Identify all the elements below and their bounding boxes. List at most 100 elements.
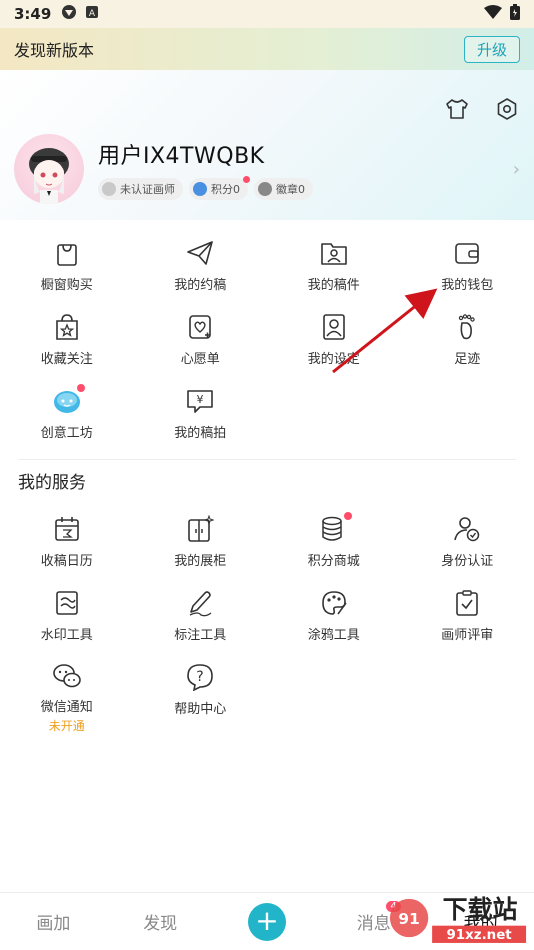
wallet-icon	[452, 238, 482, 268]
tshirt-icon[interactable]	[444, 96, 470, 122]
service-doodle[interactable]: 涂鸦工具	[267, 582, 401, 656]
service-artist-review[interactable]: 画师评审	[401, 582, 534, 656]
grid-item-manuscripts[interactable]: 我的稿件	[267, 232, 401, 306]
service-showcase[interactable]: 我的展柜	[134, 508, 268, 582]
grid-label: 收藏关注	[40, 352, 93, 367]
chevron-right-icon: ›	[512, 158, 520, 180]
wechat-icon	[52, 662, 82, 690]
avatar[interactable]	[14, 134, 84, 204]
service-identity-verify[interactable]: 身份认证	[401, 508, 534, 582]
artist-verify-badge[interactable]: 未认证画师	[98, 178, 183, 200]
svg-text:?: ?	[197, 669, 204, 685]
svg-text:A: A	[89, 9, 96, 19]
notification-dot	[243, 176, 250, 183]
service-label: 积分商城	[307, 554, 360, 569]
status-bar: 3:49 A	[0, 0, 534, 28]
points-badge[interactable]: 积分0	[189, 176, 250, 200]
shopping-bag-icon	[52, 238, 82, 268]
upgrade-button[interactable]: 升级	[463, 35, 520, 63]
grid-label: 我的设定	[307, 352, 360, 367]
services-title: 我的服务	[18, 473, 86, 493]
star-bag-icon	[52, 312, 82, 342]
grid-label: 足迹	[454, 352, 481, 367]
grid-label: 心愿单	[180, 352, 220, 367]
section-divider	[18, 459, 516, 460]
footprint-icon	[452, 312, 482, 342]
nav-label: 发现	[143, 914, 178, 934]
watermark-logo: 91 下载站 91xz.net	[389, 895, 527, 943]
settings-icon[interactable]	[494, 96, 520, 122]
grid-label: 我的稿拍	[174, 426, 227, 441]
update-banner: 发现新版本 升级	[0, 28, 534, 70]
pen-icon	[185, 588, 215, 618]
grid-item-wishlist[interactable]: 心愿单	[134, 306, 268, 380]
service-annotate[interactable]: 标注工具	[134, 582, 268, 656]
help-icon: ?	[185, 662, 215, 692]
grid-item-settings-profile[interactable]: 我的设定	[267, 306, 401, 380]
service-wechat-notify[interactable]: 微信通知 未开通	[0, 656, 134, 733]
service-label: 标注工具	[174, 628, 227, 643]
grid-label: 橱窗购买	[40, 278, 93, 293]
palette-icon	[319, 588, 349, 618]
nav-home[interactable]: 画加	[0, 909, 107, 934]
service-label: 收稿日历	[40, 554, 93, 569]
svg-text:91: 91	[398, 910, 419, 928]
grid-item-commissions[interactable]: 我的约稿	[134, 232, 268, 306]
clipboard-check-icon	[452, 588, 482, 618]
service-points-mall[interactable]: 积分商城	[267, 508, 401, 582]
service-label: 微信通知	[40, 700, 93, 715]
yen-chat-icon: ¥	[185, 386, 215, 416]
svg-text:下载站: 下载站	[443, 895, 518, 924]
notification-dot	[343, 512, 352, 520]
grid-item-auctions[interactable]: ¥ 我的稿拍	[134, 380, 268, 454]
shield-icon	[102, 182, 116, 196]
app-icon-1	[61, 4, 77, 24]
badge-label: 未认证画师	[120, 183, 175, 196]
wifi-icon	[484, 5, 502, 23]
service-label: 帮助中心	[174, 702, 227, 717]
service-help-center[interactable]: ? 帮助中心	[134, 656, 268, 730]
service-calendar[interactable]: 收稿日历	[0, 508, 134, 582]
medal-icon	[258, 182, 272, 196]
svg-text:¥: ¥	[197, 393, 204, 406]
medal-badge[interactable]: 徽章0	[254, 178, 313, 200]
grid-label: 我的钱包	[441, 278, 494, 293]
profile-card[interactable]: 用户IX4TWQBK 未认证画师 积分0 徽章0 ›	[14, 132, 520, 206]
service-label: 我的展柜	[174, 554, 227, 569]
quick-grid: 橱窗购买 我的约稿 我的稿件 我的钱包 收藏关注 心愿单 我的设定 足迹 创意工…	[0, 232, 534, 454]
showcase-icon	[185, 514, 215, 544]
coins-icon	[193, 182, 207, 196]
service-label: 水印工具	[40, 628, 93, 643]
update-banner-text: 发现新版本	[14, 41, 95, 60]
grid-item-wallet[interactable]: 我的钱包	[401, 232, 534, 306]
status-time: 3:49	[14, 5, 52, 23]
coin-stack-icon	[319, 512, 352, 544]
service-label: 画师评审	[441, 628, 494, 643]
grid-label: 我的约稿	[174, 278, 227, 293]
plus-icon[interactable]: +	[247, 902, 286, 941]
nav-label: 画加	[36, 914, 71, 934]
grid-item-shop[interactable]: 橱窗购买	[0, 232, 134, 306]
service-label: 身份认证	[441, 554, 494, 569]
grid-item-creative-workshop[interactable]: 创意工坊	[0, 380, 134, 454]
grid-item-footprint[interactable]: 足迹	[401, 306, 534, 380]
profile-card-icon	[319, 312, 349, 342]
verified-user-icon	[452, 514, 482, 544]
wechat-status: 未开通	[48, 719, 85, 733]
service-watermark[interactable]: 水印工具	[0, 582, 134, 656]
svg-text:91xz.net: 91xz.net	[446, 928, 512, 943]
folder-user-icon	[319, 238, 349, 268]
battery-icon	[510, 4, 520, 24]
service-label: 涂鸦工具	[307, 628, 360, 643]
site-watermark: 91 下载站 91xz.net	[388, 886, 534, 950]
grid-label: 创意工坊	[40, 426, 93, 441]
nav-label: 消息	[356, 914, 391, 934]
grid-item-favorites[interactable]: 收藏关注	[0, 306, 134, 380]
notification-dot	[76, 384, 85, 392]
nav-discover[interactable]: 发现	[107, 909, 214, 934]
creative-workshop-icon	[52, 384, 85, 416]
nav-create[interactable]: +	[214, 902, 321, 941]
services-grid: 收稿日历 我的展柜 积分商城 身份认证 水印工具 标注工具 涂鸦工具 画师评审 …	[0, 508, 534, 733]
badge-label: 徽章0	[276, 183, 305, 196]
paper-plane-icon	[185, 238, 215, 268]
